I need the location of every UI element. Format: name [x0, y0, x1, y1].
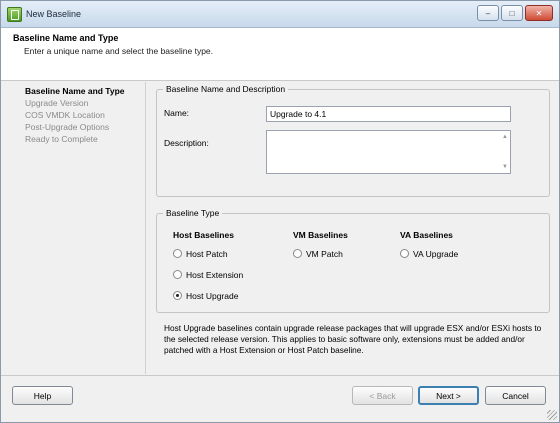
step-ready-to-complete: Ready to Complete: [25, 134, 98, 144]
host-upgrade-label[interactable]: Host Upgrade: [186, 291, 238, 301]
vm-patch-label[interactable]: VM Patch: [306, 249, 343, 259]
host-extension-label[interactable]: Host Extension: [186, 270, 243, 280]
page-title: Baseline Name and Type: [13, 33, 119, 43]
scroll-down-arrow-icon[interactable]: ▼: [502, 164, 508, 170]
title-bar[interactable]: New Baseline – □ ✕: [1, 1, 559, 28]
vm-patch-radio[interactable]: [293, 249, 302, 258]
name-label: Name:: [164, 108, 190, 118]
page-subtitle: Enter a unique name and select the basel…: [24, 46, 214, 56]
close-button[interactable]: ✕: [525, 5, 553, 21]
baseline-type-legend: Baseline Type: [163, 208, 223, 218]
cancel-button[interactable]: Cancel: [485, 386, 546, 405]
window-controls: – □ ✕: [477, 5, 553, 21]
help-button[interactable]: Help: [12, 386, 73, 405]
va-baselines-heading: VA Baselines: [400, 230, 453, 240]
host-patch-radio[interactable]: [173, 249, 182, 258]
name-description-legend: Baseline Name and Description: [163, 84, 289, 94]
minimize-button[interactable]: –: [477, 5, 499, 21]
step-baseline-name-and-type: Baseline Name and Type: [25, 86, 125, 96]
back-button[interactable]: < Back: [352, 386, 413, 405]
next-button[interactable]: Next >: [418, 386, 479, 405]
step-upgrade-version: Upgrade Version: [25, 98, 89, 108]
step-post-upgrade-options: Post-Upgrade Options: [25, 122, 110, 132]
step-cos-vmdk-location: COS VMDK Location: [25, 110, 105, 120]
vm-baselines-heading: VM Baselines: [293, 230, 348, 240]
new-baseline-window: New Baseline – □ ✕ Baseline Name and Typ…: [0, 0, 560, 423]
scroll-up-arrow-icon[interactable]: ▲: [502, 134, 508, 140]
host-extension-radio[interactable]: [173, 270, 182, 279]
maximize-button[interactable]: □: [501, 5, 523, 21]
description-input[interactable]: ▲ ▼: [266, 130, 511, 174]
resize-grip-icon[interactable]: [547, 410, 557, 420]
baseline-type-description: Host Upgrade baselines contain upgrade r…: [164, 323, 542, 355]
footer-divider: [1, 375, 559, 376]
host-baselines-heading: Host Baselines: [173, 230, 234, 240]
va-upgrade-radio[interactable]: [400, 249, 409, 258]
window-title: New Baseline: [26, 9, 82, 19]
host-patch-label[interactable]: Host Patch: [186, 249, 228, 259]
wizard-header: Baseline Name and Type Enter a unique na…: [1, 28, 559, 81]
description-label: Description:: [164, 138, 209, 148]
va-upgrade-label[interactable]: VA Upgrade: [413, 249, 458, 259]
baseline-app-icon: [7, 7, 22, 22]
host-upgrade-radio[interactable]: [173, 291, 182, 300]
name-input[interactable]: [266, 106, 511, 122]
wizard-steps: Baseline Name and Type Upgrade Version C…: [7, 82, 146, 374]
